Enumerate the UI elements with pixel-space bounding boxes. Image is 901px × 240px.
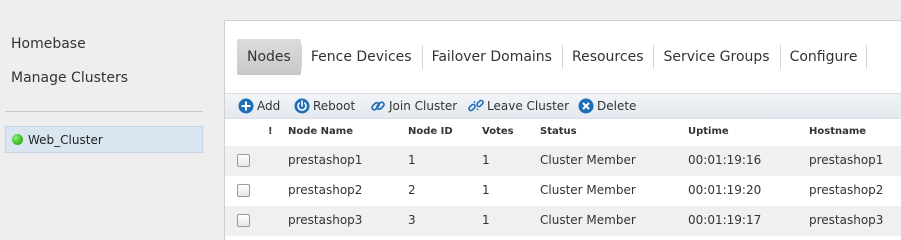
nav-homebase[interactable]: Homebase <box>11 36 86 52</box>
table-row[interactable]: prestashop2 2 1 Cluster Member 00:01:19:… <box>225 176 901 206</box>
link-icon <box>371 101 385 111</box>
uptime-cell: 00:01:19:16 <box>688 153 762 167</box>
node-name-cell: prestashop2 <box>288 183 363 197</box>
votes-cell: 1 <box>482 153 490 167</box>
power-icon <box>294 98 310 114</box>
node-id-cell: 3 <box>408 213 416 227</box>
votes-cell: 1 <box>482 213 490 227</box>
column-header-votes[interactable]: Votes <box>482 126 514 137</box>
column-header-status[interactable]: Status <box>540 126 577 137</box>
tab-service-groups[interactable]: Service Groups <box>653 39 779 75</box>
status-dot-icon <box>12 134 23 145</box>
sidebar-divider <box>5 111 203 112</box>
table-row[interactable]: prestashop3 3 1 Cluster Member 00:01:19:… <box>225 206 901 236</box>
tab-bar: Nodes Fence Devices Failover Domains Res… <box>237 39 868 75</box>
unlink-icon <box>468 99 484 112</box>
sidebar: Homebase Manage Clusters Web_Cluster <box>0 0 212 240</box>
cluster-item-web-cluster[interactable]: Web_Cluster <box>5 126 203 153</box>
row-checkbox[interactable] <box>237 214 250 227</box>
toolbar: Add Reboot Join Cluster Leave Cluster De… <box>225 93 901 119</box>
main-panel: Nodes Fence Devices Failover Domains Res… <box>224 20 901 240</box>
add-button[interactable]: Add <box>238 98 280 114</box>
node-id-cell: 2 <box>408 183 416 197</box>
node-id-cell: 1 <box>408 153 416 167</box>
column-header-uptime[interactable]: Uptime <box>688 126 729 137</box>
column-header-warning[interactable]: ! <box>268 126 273 137</box>
nav-manage-clusters[interactable]: Manage Clusters <box>11 70 128 86</box>
hostname-cell: prestashop2 <box>809 183 884 197</box>
status-cell: Cluster Member <box>540 153 636 167</box>
add-label: Add <box>257 99 281 113</box>
status-cell: Cluster Member <box>540 213 636 227</box>
tab-configure[interactable]: Configure <box>779 39 868 75</box>
reboot-label: Reboot <box>313 99 356 113</box>
table-header: ! Node Name Node ID Votes Status Uptime … <box>225 119 901 145</box>
x-circle-icon <box>578 98 594 114</box>
plus-circle-icon <box>238 98 254 114</box>
column-header-node-name[interactable]: Node Name <box>288 126 353 137</box>
node-name-cell: prestashop3 <box>288 213 363 227</box>
uptime-cell: 00:01:19:17 <box>688 213 762 227</box>
tab-failover-domains[interactable]: Failover Domains <box>421 39 562 75</box>
votes-cell: 1 <box>482 183 490 197</box>
row-checkbox[interactable] <box>237 154 250 167</box>
leave-cluster-button[interactable]: Leave Cluster <box>468 98 569 114</box>
tab-resources[interactable]: Resources <box>561 39 654 75</box>
leave-cluster-label: Leave Cluster <box>487 99 570 113</box>
reboot-button[interactable]: Reboot <box>294 98 355 114</box>
status-cell: Cluster Member <box>540 183 636 197</box>
join-cluster-label: Join Cluster <box>389 99 458 113</box>
table-row[interactable]: prestashop1 1 1 Cluster Member 00:01:19:… <box>225 146 901 176</box>
tab-fence-devices[interactable]: Fence Devices <box>300 39 422 75</box>
uptime-cell: 00:01:19:20 <box>688 183 762 197</box>
join-cluster-button[interactable]: Join Cluster <box>370 98 457 114</box>
node-name-cell: prestashop1 <box>288 153 363 167</box>
hostname-cell: prestashop3 <box>809 213 884 227</box>
tab-nodes[interactable]: Nodes <box>237 39 301 75</box>
delete-button[interactable]: Delete <box>578 98 636 114</box>
hostname-cell: prestashop1 <box>809 153 884 167</box>
cluster-name: Web_Cluster <box>28 133 103 147</box>
row-checkbox[interactable] <box>237 184 250 197</box>
column-header-node-id[interactable]: Node ID <box>408 126 453 137</box>
delete-label: Delete <box>597 99 637 113</box>
column-header-hostname[interactable]: Hostname <box>809 126 866 137</box>
